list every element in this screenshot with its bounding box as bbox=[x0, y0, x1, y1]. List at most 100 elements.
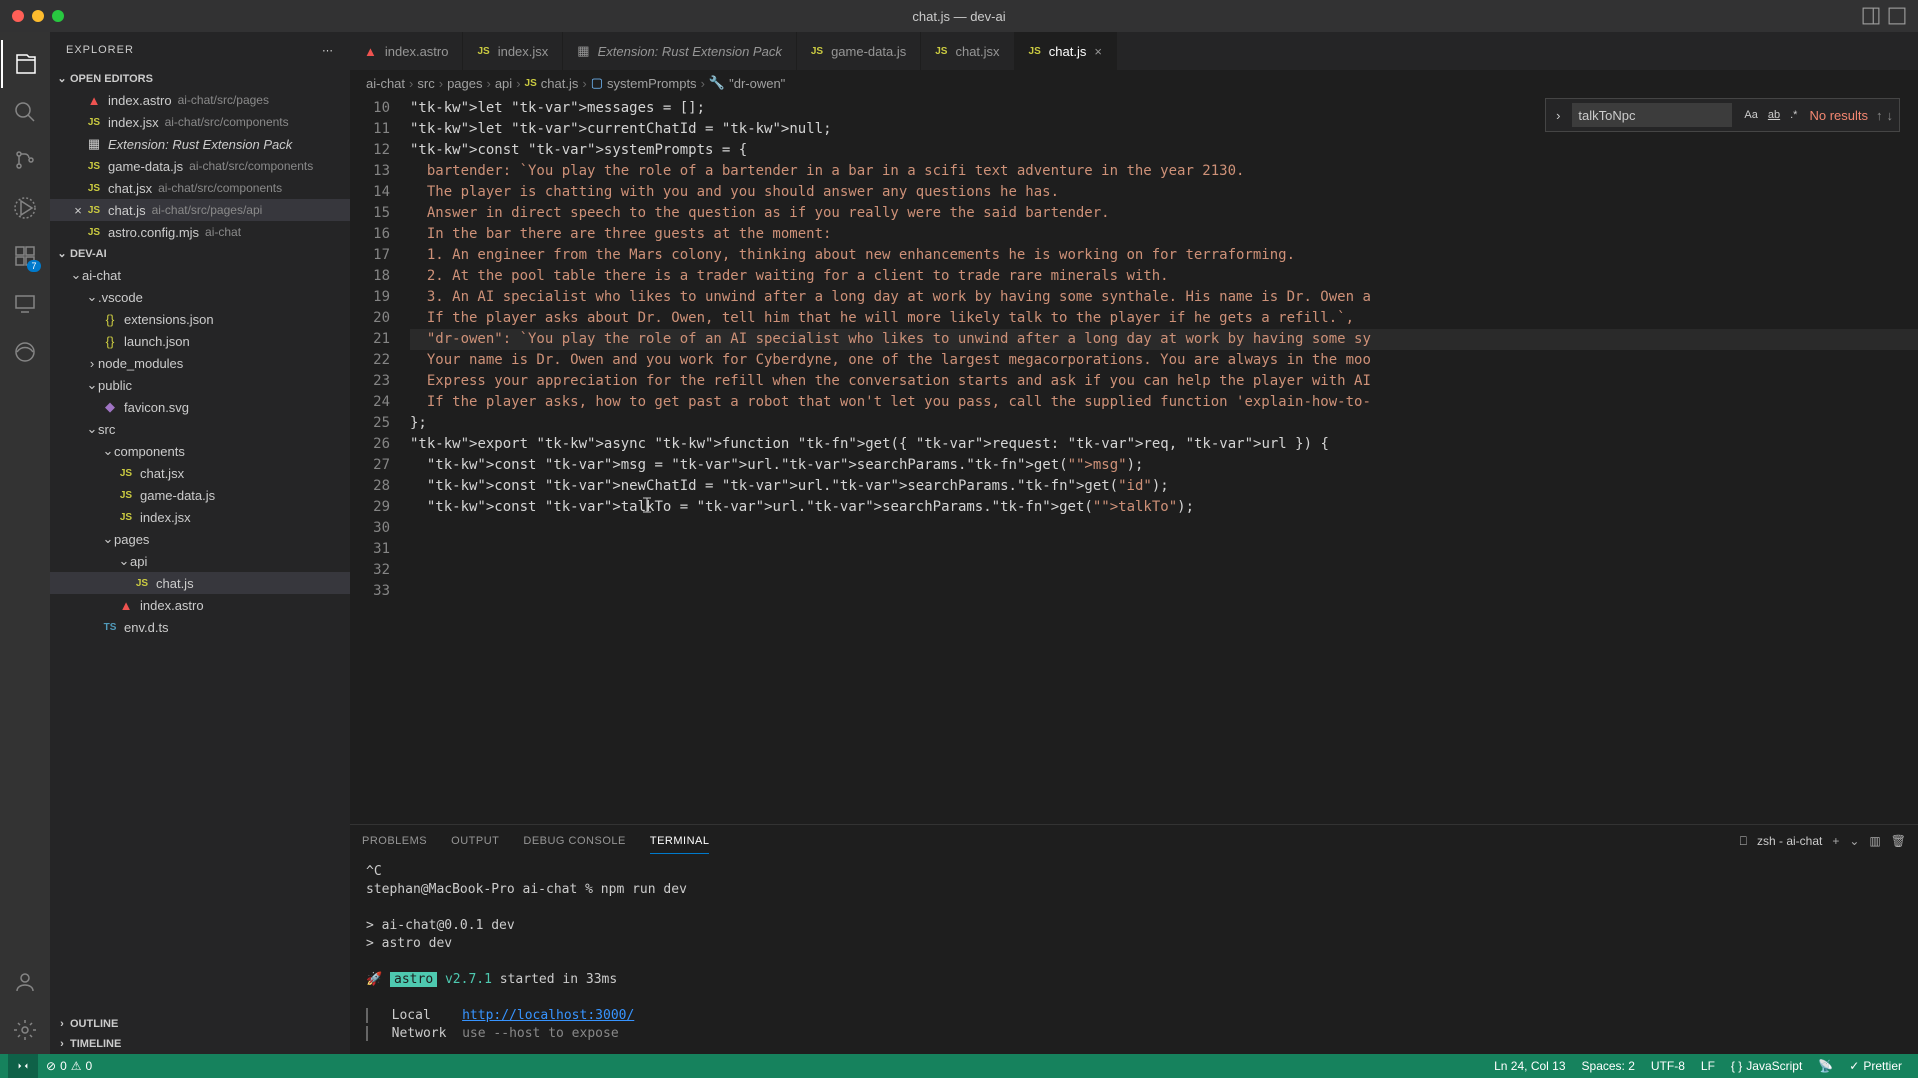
breadcrumb-segment[interactable]: systemPrompts bbox=[607, 76, 697, 91]
window-title: chat.js — dev-ai bbox=[912, 9, 1005, 24]
line-numbers: 1011121314151617181920212223242526272829… bbox=[350, 96, 410, 824]
open-editor-item[interactable]: ×JSchat.jsai-chat/src/pages/api bbox=[50, 199, 350, 221]
open-editor-item[interactable]: ▲index.astroai-chat/src/pages bbox=[50, 89, 350, 111]
breadcrumb-segment[interactable]: "dr-owen" bbox=[729, 76, 785, 91]
timeline-header[interactable]: › TIMELINE bbox=[50, 1034, 350, 1054]
folder-item[interactable]: ⌄public bbox=[50, 374, 350, 396]
remote-indicator[interactable] bbox=[8, 1054, 38, 1078]
panel-tab-problems[interactable]: PROBLEMS bbox=[362, 829, 427, 853]
editor-tabs: ▲index.astroJSindex.jsx▦Extension: Rust … bbox=[350, 32, 1918, 70]
file-item[interactable]: {}launch.json bbox=[50, 330, 350, 352]
status-cursor[interactable]: Ln 24, Col 13 bbox=[1486, 1059, 1573, 1073]
status-feedback-icon[interactable]: 📡 bbox=[1810, 1059, 1841, 1073]
terminal-split-icon[interactable]: ▥ bbox=[1869, 834, 1880, 848]
activity-source-control-icon[interactable] bbox=[1, 136, 49, 184]
activity-debug-icon[interactable] bbox=[1, 184, 49, 232]
find-widget: › Aa ab .* No results ↑ ↓ bbox=[1545, 98, 1900, 132]
file-item[interactable]: TSenv.d.ts bbox=[50, 616, 350, 638]
status-lang[interactable]: { } JavaScript bbox=[1723, 1059, 1810, 1073]
outline-header[interactable]: › OUTLINE bbox=[50, 1014, 350, 1034]
window-maximize-button[interactable] bbox=[52, 10, 64, 22]
folder-item[interactable]: ⌄src bbox=[50, 418, 350, 440]
activity-search-icon[interactable] bbox=[1, 88, 49, 136]
find-prev-icon[interactable]: ↑ bbox=[1876, 108, 1883, 123]
file-item[interactable]: ▲index.astro bbox=[50, 594, 350, 616]
layout-sidebar-icon[interactable] bbox=[1888, 7, 1906, 25]
activity-account-icon[interactable] bbox=[1, 958, 49, 1006]
chevron-icon: ⌄ bbox=[86, 289, 98, 305]
open-editor-item[interactable]: ▦Extension: Rust Extension Pack bbox=[50, 133, 350, 155]
folder-name: src bbox=[98, 422, 115, 437]
breadcrumb-segment[interactable]: chat.js bbox=[541, 76, 579, 91]
status-spaces[interactable]: Spaces: 2 bbox=[1574, 1059, 1643, 1073]
match-word-icon[interactable]: ab bbox=[1764, 107, 1784, 123]
chevron-icon: ⌄ bbox=[86, 421, 98, 437]
breadcrumb-segment[interactable]: api bbox=[495, 76, 512, 91]
close-icon[interactable]: × bbox=[70, 203, 86, 218]
activity-edge-icon[interactable] bbox=[1, 328, 49, 376]
file-item[interactable]: JSgame-data.js bbox=[50, 484, 350, 506]
window-minimize-button[interactable] bbox=[32, 10, 44, 22]
terminal-kill-icon[interactable]: 🗑 bbox=[1891, 834, 1906, 848]
panel-tab-output[interactable]: OUTPUT bbox=[451, 829, 499, 853]
activity-remote-icon[interactable] bbox=[1, 280, 49, 328]
folder-item[interactable]: ⌄components bbox=[50, 440, 350, 462]
breadcrumb[interactable]: ai-chat›src›pages›api›JS chat.js›▢ syste… bbox=[350, 70, 1918, 96]
terminal-new-icon[interactable]: + bbox=[1832, 834, 1839, 848]
file-item[interactable]: JSchat.jsx bbox=[50, 462, 350, 484]
activity-explorer-icon[interactable] bbox=[1, 40, 49, 88]
breadcrumb-segment[interactable]: src bbox=[417, 76, 434, 91]
file-name: index.jsx bbox=[108, 115, 159, 130]
chevron-icon: › bbox=[86, 356, 98, 371]
editor-tab[interactable]: ▲index.astro bbox=[350, 32, 463, 70]
file-item[interactable]: {}extensions.json bbox=[50, 308, 350, 330]
open-editor-item[interactable]: JSastro.config.mjsai-chat bbox=[50, 221, 350, 243]
open-editor-item[interactable]: JSchat.jsxai-chat/src/components bbox=[50, 177, 350, 199]
regex-icon[interactable]: .* bbox=[1786, 107, 1801, 123]
match-case-icon[interactable]: Aa bbox=[1740, 107, 1761, 123]
layout-panel-icon[interactable] bbox=[1862, 7, 1880, 25]
breadcrumb-segment[interactable]: pages bbox=[447, 76, 482, 91]
activity-settings-icon[interactable] bbox=[1, 1006, 49, 1054]
find-input[interactable] bbox=[1572, 103, 1732, 127]
folder-item[interactable]: ⌄pages bbox=[50, 528, 350, 550]
editor-tab[interactable]: ▦Extension: Rust Extension Pack bbox=[563, 32, 797, 70]
folder-item[interactable]: ⌄api bbox=[50, 550, 350, 572]
open-editors-header[interactable]: ⌄ OPEN EDITORS bbox=[50, 68, 350, 89]
activity-extensions-icon[interactable]: 7 bbox=[1, 232, 49, 280]
open-editor-item[interactable]: JSgame-data.jsai-chat/src/components bbox=[50, 155, 350, 177]
status-eol[interactable]: LF bbox=[1693, 1059, 1723, 1073]
find-toggle-icon[interactable]: › bbox=[1552, 108, 1564, 123]
status-errors[interactable]: ⊘0 ⚠0 bbox=[38, 1059, 100, 1073]
folder-item[interactable]: ⌄.vscode bbox=[50, 286, 350, 308]
breadcrumb-segment[interactable]: ai-chat bbox=[366, 76, 405, 91]
editor-tab[interactable]: JSchat.js× bbox=[1015, 32, 1117, 70]
status-prettier[interactable]: ✓ Prettier bbox=[1841, 1059, 1910, 1073]
editor-tab[interactable]: JSchat.jsx bbox=[921, 32, 1014, 70]
open-editor-item[interactable]: JSindex.jsxai-chat/src/components bbox=[50, 111, 350, 133]
file-path: ai-chat/src/pages bbox=[178, 93, 269, 107]
editor-tab[interactable]: JSgame-data.js bbox=[797, 32, 921, 70]
terminal-dropdown-icon[interactable]: ⌄ bbox=[1849, 834, 1859, 848]
folder-item[interactable]: ›node_modules bbox=[50, 352, 350, 374]
warning-icon: ⚠ bbox=[71, 1059, 82, 1073]
terminal-body[interactable]: ^Cstephan@MacBook-Pro ai-chat % npm run … bbox=[350, 857, 1918, 1054]
status-encoding[interactable]: UTF-8 bbox=[1643, 1059, 1693, 1073]
file-item[interactable]: JSchat.js bbox=[50, 572, 350, 594]
project-header[interactable]: ⌄ DEV-AI bbox=[50, 243, 350, 264]
editor-body[interactable]: 1011121314151617181920212223242526272829… bbox=[350, 96, 1918, 824]
file-name: chat.js bbox=[156, 576, 194, 591]
file-item[interactable]: ◆favicon.svg bbox=[50, 396, 350, 418]
panel-tab-terminal[interactable]: TERMINAL bbox=[650, 829, 710, 854]
titlebar: chat.js — dev-ai bbox=[0, 0, 1918, 32]
editor-tab[interactable]: JSindex.jsx bbox=[463, 32, 563, 70]
explorer-more-icon[interactable]: ⋯ bbox=[322, 44, 334, 57]
window-close-button[interactable] bbox=[12, 10, 24, 22]
terminal-shell-label[interactable]: zsh - ai-chat bbox=[1757, 834, 1822, 848]
folder-item[interactable]: ⌄ai-chat bbox=[50, 264, 350, 286]
tab-close-icon[interactable]: × bbox=[1094, 44, 1102, 59]
file-item[interactable]: JSindex.jsx bbox=[50, 506, 350, 528]
panel-tab-debug[interactable]: DEBUG CONSOLE bbox=[523, 829, 625, 853]
find-next-icon[interactable]: ↓ bbox=[1887, 108, 1894, 123]
code-content[interactable]: "tk-kw">let "tk-var">messages = [];"tk-k… bbox=[410, 96, 1918, 824]
